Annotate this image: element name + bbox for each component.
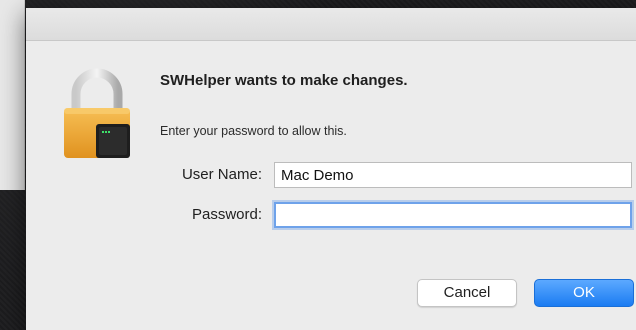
username-label: User Name: [181, 166, 262, 183]
password-label: Password: [191, 206, 262, 223]
password-field[interactable] [274, 202, 632, 228]
ok-button[interactable]: OK [534, 279, 634, 307]
dialog-message: Enter your password to allow this. [160, 124, 347, 138]
dialog-titlebar [26, 8, 636, 41]
lock-icon [64, 68, 130, 158]
username-field[interactable] [274, 162, 632, 188]
dialog-heading: SWHelper wants to make changes. [160, 72, 408, 89]
cancel-button[interactable]: Cancel [417, 279, 517, 307]
background-window [0, 0, 25, 190]
auth-dialog: SWHelper wants to make changes. Enter yo… [26, 8, 636, 330]
